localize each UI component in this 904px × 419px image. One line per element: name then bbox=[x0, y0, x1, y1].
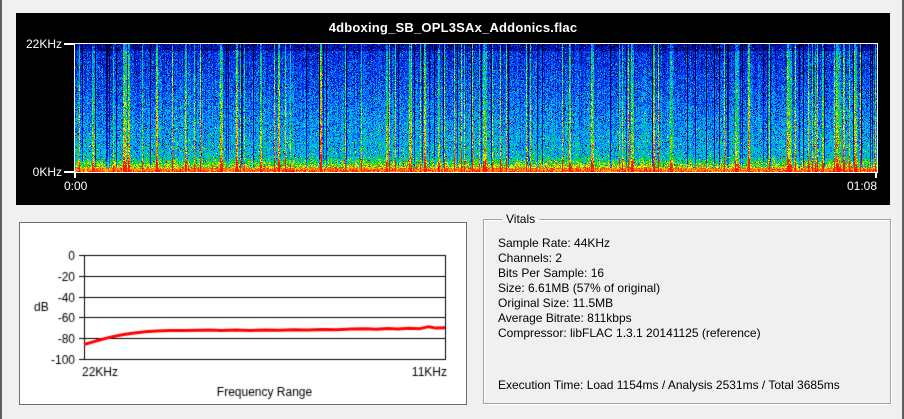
vitals-groupbox: Vitals Sample Rate: 44KHz Channels: 2 Bi… bbox=[483, 212, 891, 404]
spectro-analyzer-window: 4dboxing_SB_OPL3SAx_Addonics.flac 22KHz … bbox=[0, 0, 904, 419]
frequency-range-chart bbox=[20, 223, 466, 404]
tick-mark-time-end bbox=[875, 173, 877, 178]
spectrogram-time-end: 01:08 bbox=[796, 179, 877, 193]
spectrogram-ylabel-bottom: 0KHz bbox=[16, 165, 62, 179]
vitals-bits-per-sample: Bits Per Sample: 16 bbox=[498, 266, 876, 281]
spectrogram-panel: 4dboxing_SB_OPL3SAx_Addonics.flac 22KHz … bbox=[16, 13, 890, 205]
frequency-chart-panel bbox=[19, 222, 467, 405]
spectrogram-ylabel-top: 22KHz bbox=[16, 37, 62, 51]
tick-mark-22khz bbox=[64, 43, 74, 45]
vitals-size: Size: 6.61MB (57% of original) bbox=[498, 281, 876, 296]
spectrogram-time-start: 0:00 bbox=[64, 179, 87, 193]
spectrogram-title: 4dboxing_SB_OPL3SAx_Addonics.flac bbox=[16, 20, 890, 35]
vitals-average-bitrate: Average Bitrate: 811kbps bbox=[498, 311, 876, 326]
tick-mark-0khz bbox=[64, 171, 74, 173]
spectrogram-image bbox=[74, 43, 878, 173]
vitals-compressor: Compressor: libFLAC 1.3.1 20141125 (refe… bbox=[498, 326, 876, 341]
vitals-execution-time: Execution Time: Load 1154ms / Analysis 2… bbox=[498, 378, 840, 392]
vitals-legend: Vitals bbox=[502, 212, 539, 226]
tick-mark-time-start bbox=[74, 173, 76, 178]
vitals-sample-rate: Sample Rate: 44KHz bbox=[498, 236, 876, 251]
vitals-channels: Channels: 2 bbox=[498, 251, 876, 266]
vitals-original-size: Original Size: 11.5MB bbox=[498, 296, 876, 311]
